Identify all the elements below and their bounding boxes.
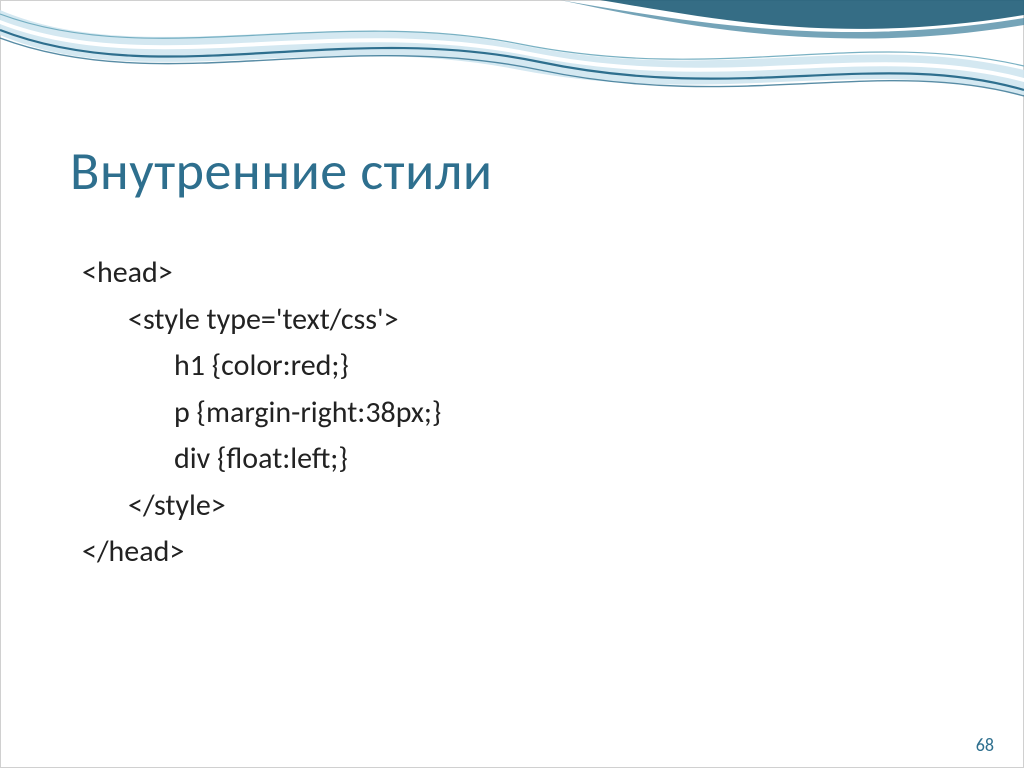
code-line: </style>	[82, 483, 441, 530]
code-line: <style type='text/css'>	[82, 297, 441, 344]
code-line: p {margin-right:38px;}	[82, 390, 441, 437]
code-line: div {float:left;}	[82, 436, 441, 483]
code-line: h1 {color:red;}	[82, 343, 441, 390]
page-number: 68	[976, 734, 994, 756]
slide-title: Внутренние стили	[70, 138, 493, 204]
code-line: <head>	[82, 250, 441, 297]
code-line: </head>	[82, 529, 441, 576]
code-block: <head> <style type='text/css'> h1 {color…	[82, 250, 441, 576]
